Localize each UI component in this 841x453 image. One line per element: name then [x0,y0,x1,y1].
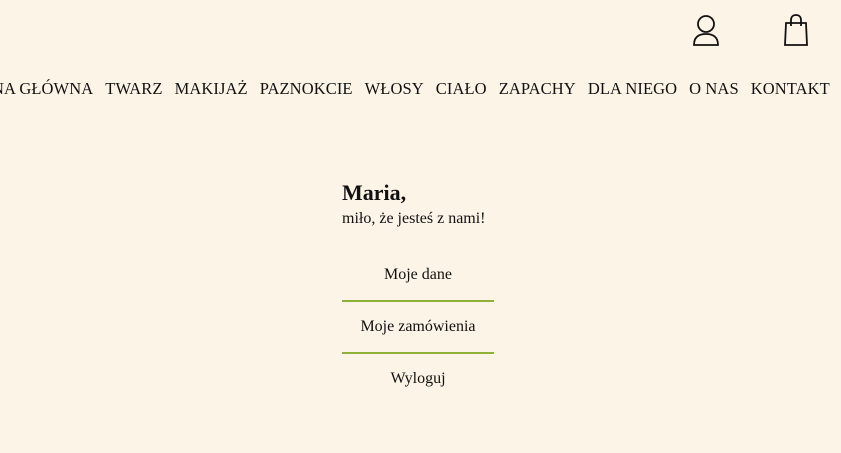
logout-link[interactable]: Wyloguj [342,354,494,404]
cart-button[interactable] [778,11,814,49]
nav-item-cialo[interactable]: CIAŁO [436,79,487,98]
nav-item-dla-niego[interactable]: DLA NIEGO [588,79,677,98]
account-button[interactable] [688,11,724,49]
nav-item-makijaz[interactable]: MAKIJAŻ [175,79,248,98]
nav-item-o-nas[interactable]: O NAS [689,79,739,98]
nav-item-paznokcie[interactable]: PAZNOKCIE [260,79,353,98]
account-page: NA GŁÓWNA TWARZ MAKIJAŻ PAZNOKCIE WŁOSY CIAŁO… [0,0,841,453]
shopping-bag-icon [784,14,808,46]
nav-item-kontakt[interactable]: KONTAKT [751,79,830,98]
my-orders-link[interactable]: Moje zamówienia [342,302,494,354]
account-menu: Moje dane Moje zamówienia Wyloguj [342,250,494,404]
account-panel: Maria, miło, że jesteś z nami! Moje dane… [342,178,494,404]
header-icons [0,8,841,52]
user-icon [693,15,719,46]
my-data-link[interactable]: Moje dane [342,250,494,302]
nav-item-wlosy[interactable]: WŁOSY [365,79,424,98]
nav-item-home[interactable]: NA GŁÓWNA [0,79,93,98]
nav-item-zapachy[interactable]: ZAPACHY [499,79,576,98]
main-nav: NA GŁÓWNA TWARZ MAKIJAŻ PAZNOKCIE WŁOSY CIAŁO… [0,79,841,99]
nav-item-twarz[interactable]: TWARZ [105,79,162,98]
welcome-text: miło, że jesteś z nami! [342,210,486,227]
user-name-heading: Maria, [342,180,407,205]
